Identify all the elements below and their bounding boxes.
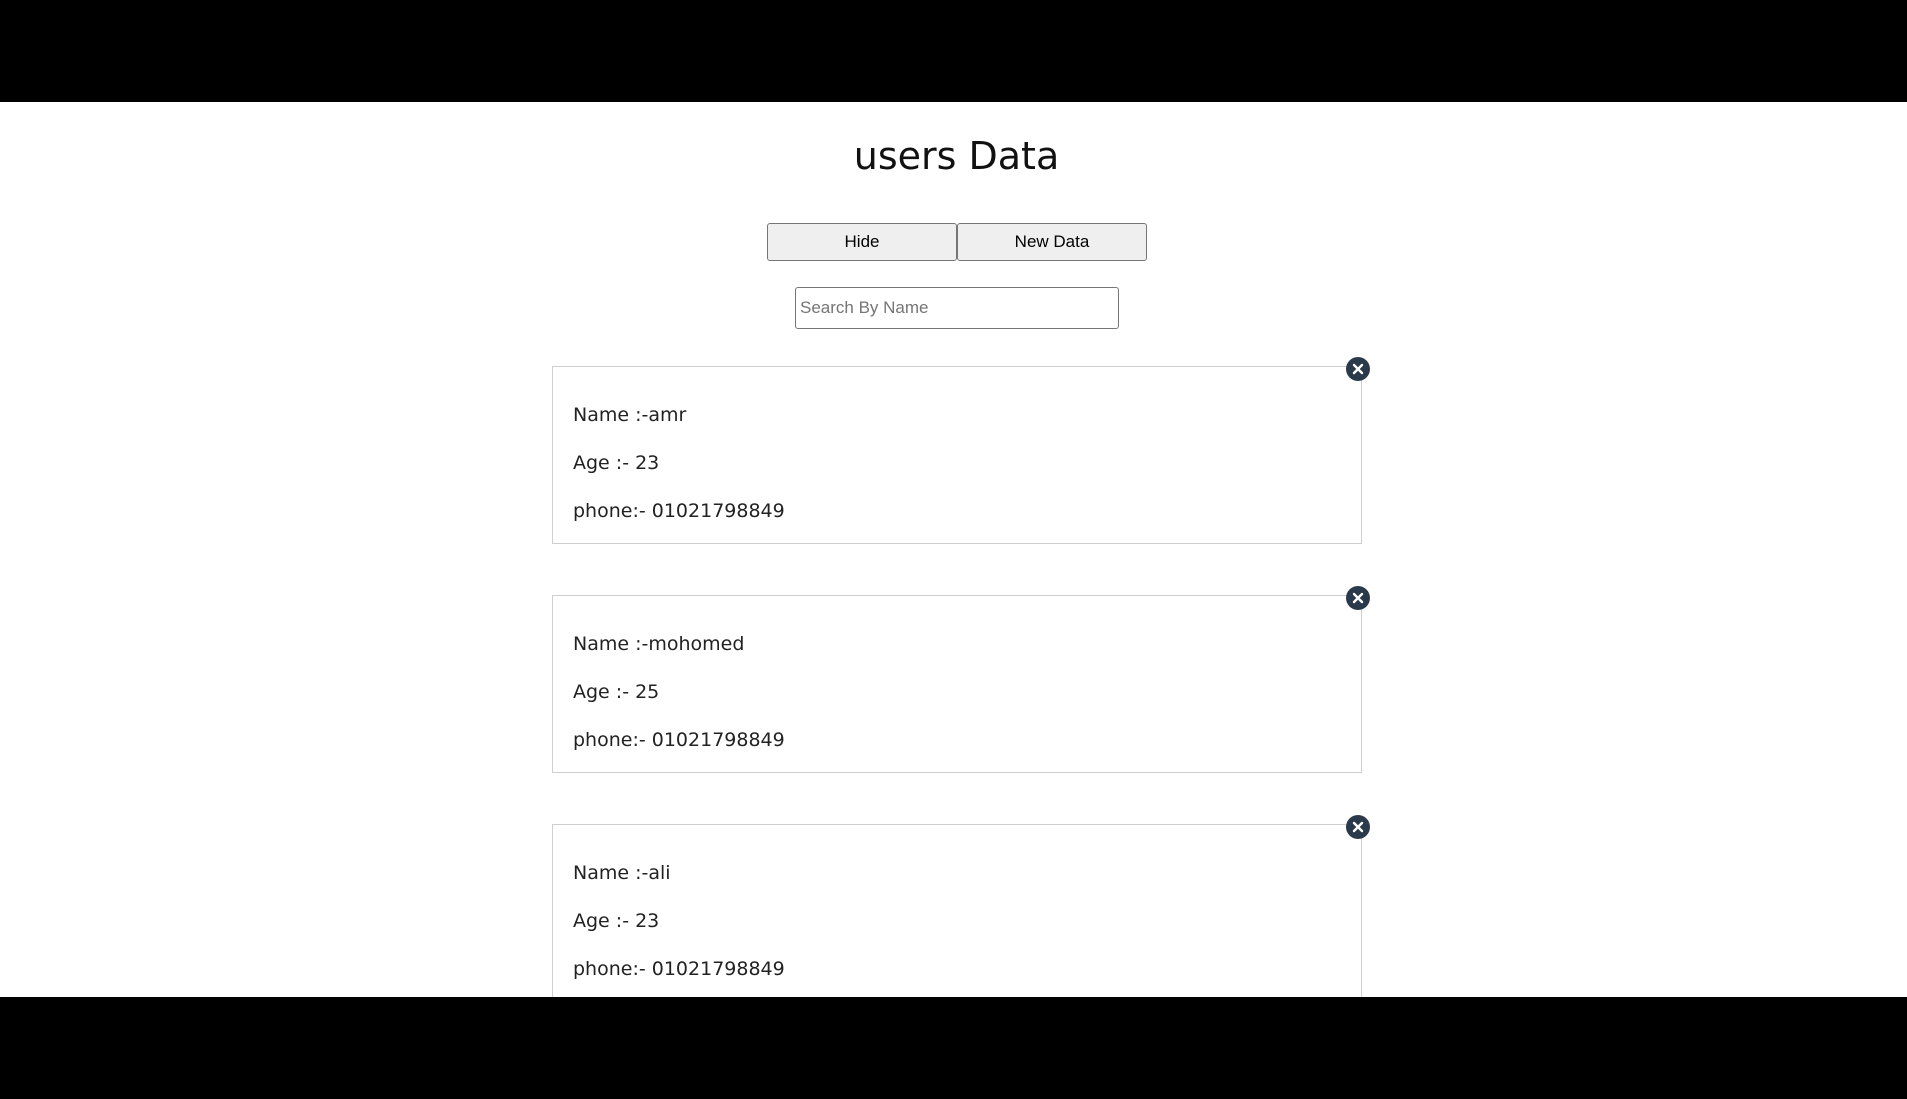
letterbox-top (0, 0, 1907, 102)
user-card: Name :-amr Age :- 23 phone:- 01021798849 (552, 357, 1370, 544)
letterbox-bottom (0, 997, 1907, 1099)
user-name: Name :-ali (573, 862, 671, 884)
user-name: Name :-mohomed (573, 633, 745, 655)
button-row: Hide New Data (767, 223, 1147, 261)
user-card: Name :-mohomed Age :- 25 phone:- 0102179… (552, 586, 1370, 773)
close-circle-icon[interactable] (1346, 815, 1370, 839)
close-circle-icon[interactable] (1346, 357, 1370, 381)
user-phone: phone:- 01021798849 (573, 500, 785, 522)
user-card: Name :-ali Age :- 23 phone:- 01021798849 (552, 815, 1370, 997)
user-phone: phone:- 01021798849 (573, 958, 785, 980)
user-phone: phone:- 01021798849 (573, 729, 785, 751)
hide-button[interactable]: Hide (767, 223, 957, 261)
new-data-button[interactable]: New Data (957, 223, 1147, 261)
user-age: Age :- 23 (573, 452, 660, 474)
user-age: Age :- 25 (573, 681, 660, 703)
page-title: users Data (853, 134, 1060, 178)
search-by-name-input[interactable] (795, 287, 1119, 329)
user-age: Age :- 23 (573, 910, 660, 932)
user-cards-list: Name :-amr Age :- 23 phone:- 01021798849… (552, 357, 1370, 997)
user-name: Name :-amr (573, 404, 687, 426)
page-viewport: users Data Hide New Data Name :-amr Age … (0, 102, 1907, 997)
close-circle-icon[interactable] (1346, 586, 1370, 610)
